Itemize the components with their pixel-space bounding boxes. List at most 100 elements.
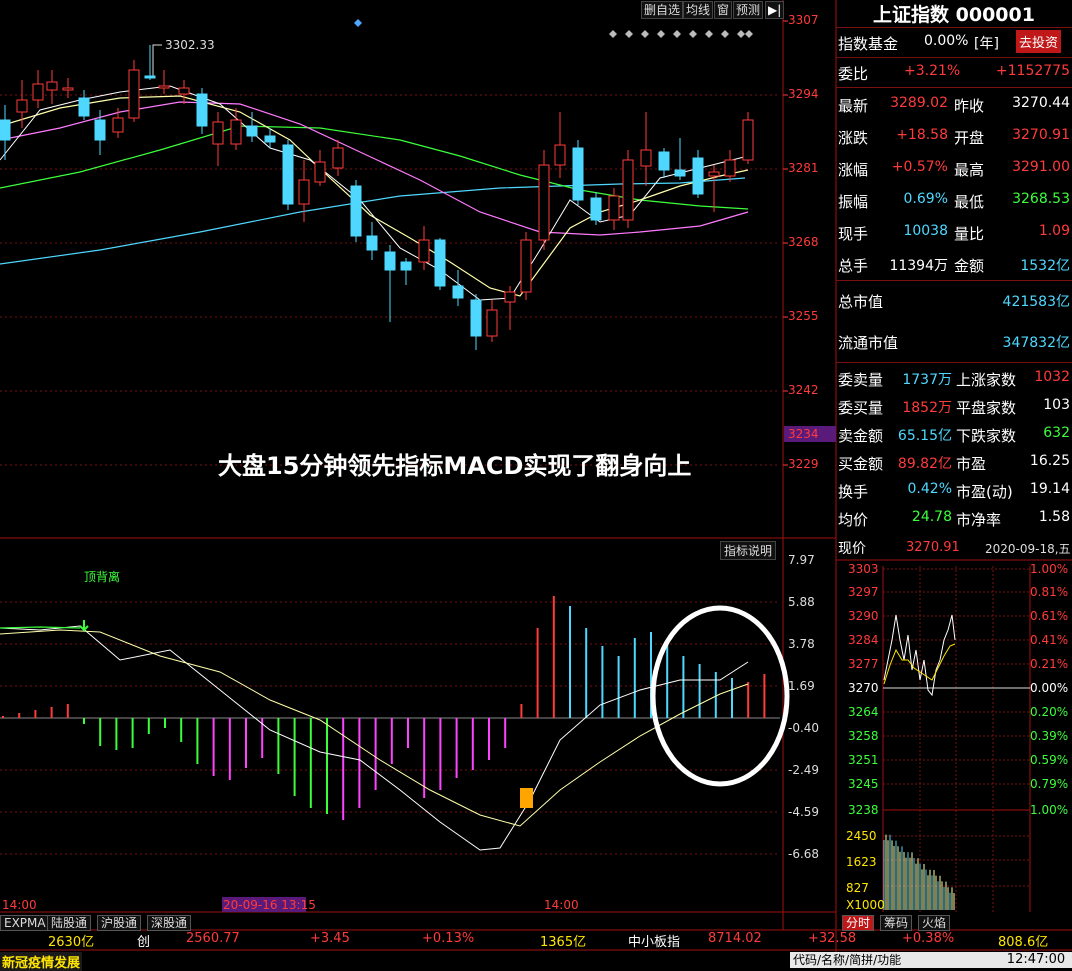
quote-value: 3291.00: [1012, 159, 1070, 175]
sme-amount: 808.6亿: [998, 935, 1049, 950]
chinext-pct: +0.13%: [422, 931, 475, 946]
quote-row: 最新 3289.02 昨收 3270.44: [836, 88, 1072, 120]
stats-value: 103: [1043, 397, 1070, 413]
candle-body: [298, 179, 310, 205]
stats-label: 换手: [838, 483, 869, 501]
tab-expma[interactable]: EXPMA: [0, 915, 50, 931]
macd-tick: 3.78: [788, 637, 815, 651]
stats-value: 24.78: [911, 509, 952, 525]
candle-body: [366, 235, 378, 251]
quote-row: 振幅 0.69% 最低 3268.53: [836, 184, 1072, 216]
mini-right-tick: 0.00%: [1030, 681, 1069, 695]
weibi-value: +1152775: [995, 63, 1070, 79]
candle-body: [692, 157, 704, 195]
quote-row: 总手 11394万 金额 1532亿: [836, 248, 1072, 280]
candle-body: [418, 239, 430, 263]
time-label: 14:00: [544, 898, 579, 912]
invest-button[interactable]: 去投资: [1016, 30, 1062, 53]
candle-body: [504, 291, 516, 303]
mini-left-tick: 3277: [848, 657, 879, 671]
candle-body: [32, 83, 44, 101]
indicator-help-button[interactable]: 指标说明: [720, 541, 777, 560]
stats-label: 委卖量: [838, 371, 884, 389]
sme-change: +32.58: [808, 931, 857, 946]
tab-shengutong[interactable]: 深股通: [147, 915, 192, 931]
candle-body: [78, 97, 90, 117]
candle-body: [742, 119, 754, 161]
mini-vol-tick: 2450: [846, 829, 877, 843]
delete-watchlist-button[interactable]: 删自选: [641, 1, 684, 19]
stats-label: 市盈(动): [956, 483, 1013, 501]
tab-hugutong[interactable]: 沪股通: [97, 915, 142, 931]
candle-body: [658, 151, 670, 171]
quote-label: 昨收: [954, 97, 985, 115]
market-cap-label: 总市值: [838, 293, 884, 311]
time-label-cursor: 20-09-16 13:15: [223, 898, 316, 912]
quote-label: 振幅: [838, 193, 869, 211]
stats-label: 委买量: [838, 399, 884, 417]
tab-timeshare[interactable]: 分时: [842, 915, 875, 931]
mini-right-tick: 0.41%: [1030, 633, 1069, 647]
news-ticker[interactable]: 新冠疫情发展: [0, 952, 83, 971]
stats-label: 平盘家数: [956, 399, 1017, 417]
fund-value: 0.00%: [924, 33, 969, 49]
mini-date: 2020-09-18,五: [985, 542, 1071, 556]
mini-left-tick: 3258: [848, 729, 879, 743]
candle-body: [112, 117, 124, 133]
quote-label: 涨跌: [838, 129, 869, 147]
high-price-label: 3302.33: [165, 38, 215, 52]
macd-tick: 7.97: [788, 553, 815, 567]
candle-body: [62, 87, 74, 91]
candle-body: [46, 81, 58, 91]
macd-tick: -4.59: [788, 805, 820, 819]
search-input[interactable]: 代码/名称/简拼/功能: [790, 952, 1000, 968]
forecast-button[interactable]: 预测: [733, 1, 764, 19]
sme-pct: +0.38%: [902, 931, 955, 946]
quote-label: 最新: [838, 97, 869, 115]
candle-body: [640, 149, 652, 167]
candle-body: [470, 299, 482, 337]
macd-divergence-label: 顶背离: [84, 570, 121, 584]
stats-value: 65.15亿: [897, 428, 952, 444]
candle-body: [196, 93, 208, 127]
tab-chips[interactable]: 筹码: [880, 915, 913, 931]
tab-lugutong[interactable]: 陆股通: [47, 915, 92, 931]
candle-body: [708, 171, 720, 177]
stats-label: 卖金额: [838, 427, 884, 445]
candle-body: [94, 119, 106, 141]
fund-suffix: [年]: [974, 36, 999, 52]
candle-body: [282, 144, 294, 205]
mini-left-tick: 3284: [848, 633, 879, 647]
price-tick: 3268: [788, 235, 819, 249]
candle-body: [608, 195, 620, 221]
quote-value: 3268.53: [1012, 191, 1070, 207]
quote-row: 涨幅 +0.57% 最高 3291.00: [836, 152, 1072, 184]
stats-label: 买金额: [838, 455, 884, 473]
mini-left-tick: 3238: [848, 803, 879, 817]
tab-flame[interactable]: 火焰: [918, 915, 951, 931]
candle-body: [384, 251, 396, 271]
mini-left-tick: 3245: [848, 777, 879, 791]
quote-value: 0.69%: [903, 191, 948, 207]
mini-left-tick: 3270: [848, 681, 879, 695]
candle-body: [622, 159, 634, 221]
current-price-tag: 3234: [788, 427, 819, 441]
candle-body: [590, 197, 602, 221]
market-cap-row: 总市值 421583亿: [836, 284, 1072, 316]
quote-label: 总手: [838, 257, 869, 275]
stats-label: 上涨家数: [956, 371, 1017, 389]
macd-tick: 1.69: [788, 679, 815, 693]
quote-value: 11394万: [889, 258, 948, 274]
macd-tick: 5.88: [788, 595, 815, 609]
ma-button[interactable]: 均线: [683, 1, 714, 19]
candle-body: [724, 159, 736, 177]
mini-left-tick: 3297: [848, 585, 879, 599]
stats-value: 1852万: [902, 400, 952, 416]
window-button[interactable]: 窗: [714, 1, 733, 19]
play-arrow-icon[interactable]: ▶|: [765, 1, 785, 19]
price-tick: 3242: [788, 383, 819, 397]
float-cap-row: 流通市值 347832亿: [836, 325, 1072, 357]
mini-price-label: 现价: [838, 541, 866, 557]
stats-value: 19.14: [1029, 481, 1070, 497]
macd-tick: -0.40: [788, 721, 820, 735]
